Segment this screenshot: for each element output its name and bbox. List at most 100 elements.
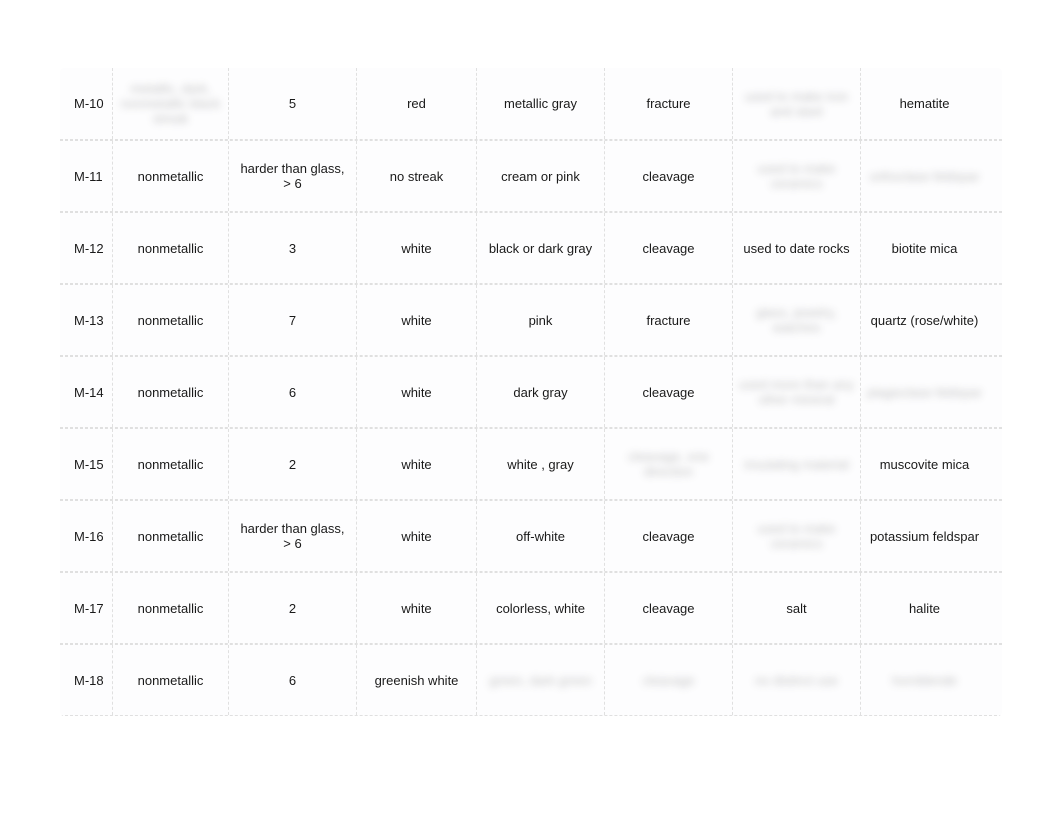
cell-id: M-14 xyxy=(60,357,112,427)
cell-color: black or dark gray xyxy=(476,213,604,283)
cell-luster: nonmetallic xyxy=(112,429,228,499)
cell-color-text: black or dark gray xyxy=(489,241,592,256)
cell-break: fracture xyxy=(604,68,732,139)
cell-streak-text: greenish white xyxy=(375,673,459,688)
cell-break-text: cleavage xyxy=(642,529,694,544)
cell-color: cream or pink xyxy=(476,141,604,211)
cell-id: M-11 xyxy=(60,141,112,211)
cell-hardness: 7 xyxy=(228,285,356,355)
cell-id: M-18 xyxy=(60,645,112,715)
cell-luster-text: metallic, dark, nonmetallic black streak xyxy=(119,81,222,126)
cell-id-text: M-13 xyxy=(74,313,104,328)
table-row: M-15 nonmetallic 2 white white , gray cleavag… xyxy=(60,428,1002,500)
cell-color-text: pink xyxy=(529,313,553,328)
cell-break-text: cleavage xyxy=(642,673,694,688)
cell-special-text: no distinct use xyxy=(755,673,838,688)
cell-special: no distinct use xyxy=(732,645,860,715)
cell-id: M-13 xyxy=(60,285,112,355)
cell-luster: nonmetallic xyxy=(112,213,228,283)
cell-hardness-text: 2 xyxy=(289,457,296,472)
cell-special-text: used more than any other mineral xyxy=(739,377,854,407)
cell-luster: nonmetallic xyxy=(112,501,228,571)
cell-color-text: white , gray xyxy=(507,457,573,472)
cell-break-text: fracture xyxy=(646,96,690,111)
cell-color-text: off-white xyxy=(516,529,565,544)
cell-streak: greenish white xyxy=(356,645,476,715)
cell-special-text: used to make iron and steel xyxy=(739,89,854,119)
cell-hardness-text: harder than glass, > 6 xyxy=(235,521,350,551)
cell-id: M-12 xyxy=(60,213,112,283)
cell-luster-text: nonmetallic xyxy=(138,673,204,688)
cell-special-text: used to make ceramics xyxy=(739,521,854,551)
cell-luster-text: nonmetallic xyxy=(138,457,204,472)
cell-color: pink xyxy=(476,285,604,355)
cell-break: cleavage xyxy=(604,141,732,211)
cell-name: hornblende xyxy=(860,645,988,715)
table-row: M-18nonmetallic6greenish whitegreen, dar… xyxy=(60,644,1002,716)
cell-hardness: 5 xyxy=(228,68,356,139)
cell-name: biotite mica xyxy=(860,213,988,283)
cell-hardness: 3 xyxy=(228,213,356,283)
cell-color: colorless, white xyxy=(476,573,604,643)
cell-hardness: harder than glass, > 6 xyxy=(228,501,356,571)
cell-color-text: cream or pink xyxy=(501,169,580,184)
cell-special: insulating material xyxy=(732,429,860,499)
cell-hardness: 2 xyxy=(228,573,356,643)
cell-name-text: orthoclase feldspar xyxy=(870,169,980,184)
cell-name-text: hornblende xyxy=(892,673,957,688)
cell-streak-text: white xyxy=(401,457,431,472)
cell-break: fracture xyxy=(604,285,732,355)
cell-luster-text: nonmetallic xyxy=(138,241,204,256)
cell-name: muscovite mica xyxy=(860,429,988,499)
cell-streak: no streak xyxy=(356,141,476,211)
cell-break-text: cleavage xyxy=(642,385,694,400)
cell-color-text: colorless, white xyxy=(496,601,585,616)
table-row: M-14nonmetallic6whitedark graycleavageus… xyxy=(60,356,1002,428)
cell-name: potassium feldspar xyxy=(860,501,988,571)
cell-break-text: cleavage xyxy=(642,169,694,184)
cell-name-text: quartz (rose/white) xyxy=(871,313,979,328)
cell-luster: nonmetallic xyxy=(112,573,228,643)
table-row: M-12 nonmetallic 3 white black or dark gray c… xyxy=(60,212,1002,284)
table-row: M-10metallic, dark, nonmetallic black st… xyxy=(60,68,1002,140)
mineral-table: M-10metallic, dark, nonmetallic black st… xyxy=(60,68,1002,716)
cell-streak-text: no streak xyxy=(390,169,443,184)
cell-streak-text: white xyxy=(401,601,431,616)
cell-id: M-17 xyxy=(60,573,112,643)
cell-special-text: salt xyxy=(786,601,806,616)
table-row: M-11nonmetallicharder than glass, > 6no … xyxy=(60,140,1002,212)
cell-luster-text: nonmetallic xyxy=(138,529,204,544)
cell-name-text: biotite mica xyxy=(892,241,958,256)
cell-streak-text: white xyxy=(401,529,431,544)
cell-luster: nonmetallic xyxy=(112,645,228,715)
cell-id-text: M-14 xyxy=(74,385,104,400)
cell-special: used more than any other mineral xyxy=(732,357,860,427)
cell-streak: red xyxy=(356,68,476,139)
table-row: M-17 nonmetallic 2 white colorless, white cle… xyxy=(60,572,1002,644)
cell-break: cleavage xyxy=(604,573,732,643)
cell-id-text: M-16 xyxy=(74,529,104,544)
cell-hardness: 6 xyxy=(228,357,356,427)
cell-id: M-15 xyxy=(60,429,112,499)
cell-streak: white xyxy=(356,357,476,427)
cell-break-text: cleavage xyxy=(642,241,694,256)
cell-luster-text: nonmetallic xyxy=(138,313,204,328)
cell-hardness: 2 xyxy=(228,429,356,499)
cell-luster-text: nonmetallic xyxy=(138,169,204,184)
cell-name-text: halite xyxy=(909,601,940,616)
cell-special: used to date rocks xyxy=(732,213,860,283)
cell-hardness-text: 6 xyxy=(289,385,296,400)
cell-special-text: used to date rocks xyxy=(743,241,849,256)
cell-special-text: insulating material xyxy=(744,457,849,472)
cell-id-text: M-17 xyxy=(74,601,104,616)
cell-break-text: cleavage xyxy=(642,601,694,616)
cell-streak-text: white xyxy=(401,241,431,256)
cell-name-text: potassium feldspar xyxy=(870,529,979,544)
cell-luster: metallic, dark, nonmetallic black streak xyxy=(112,68,228,139)
cell-hardness-text: 2 xyxy=(289,601,296,616)
cell-break: cleavage, one direction xyxy=(604,429,732,499)
cell-color: off-white xyxy=(476,501,604,571)
cell-id-text: M-18 xyxy=(74,673,104,688)
cell-name: plagioclase feldspar xyxy=(860,357,988,427)
cell-break-text: cleavage, one direction xyxy=(611,449,726,479)
